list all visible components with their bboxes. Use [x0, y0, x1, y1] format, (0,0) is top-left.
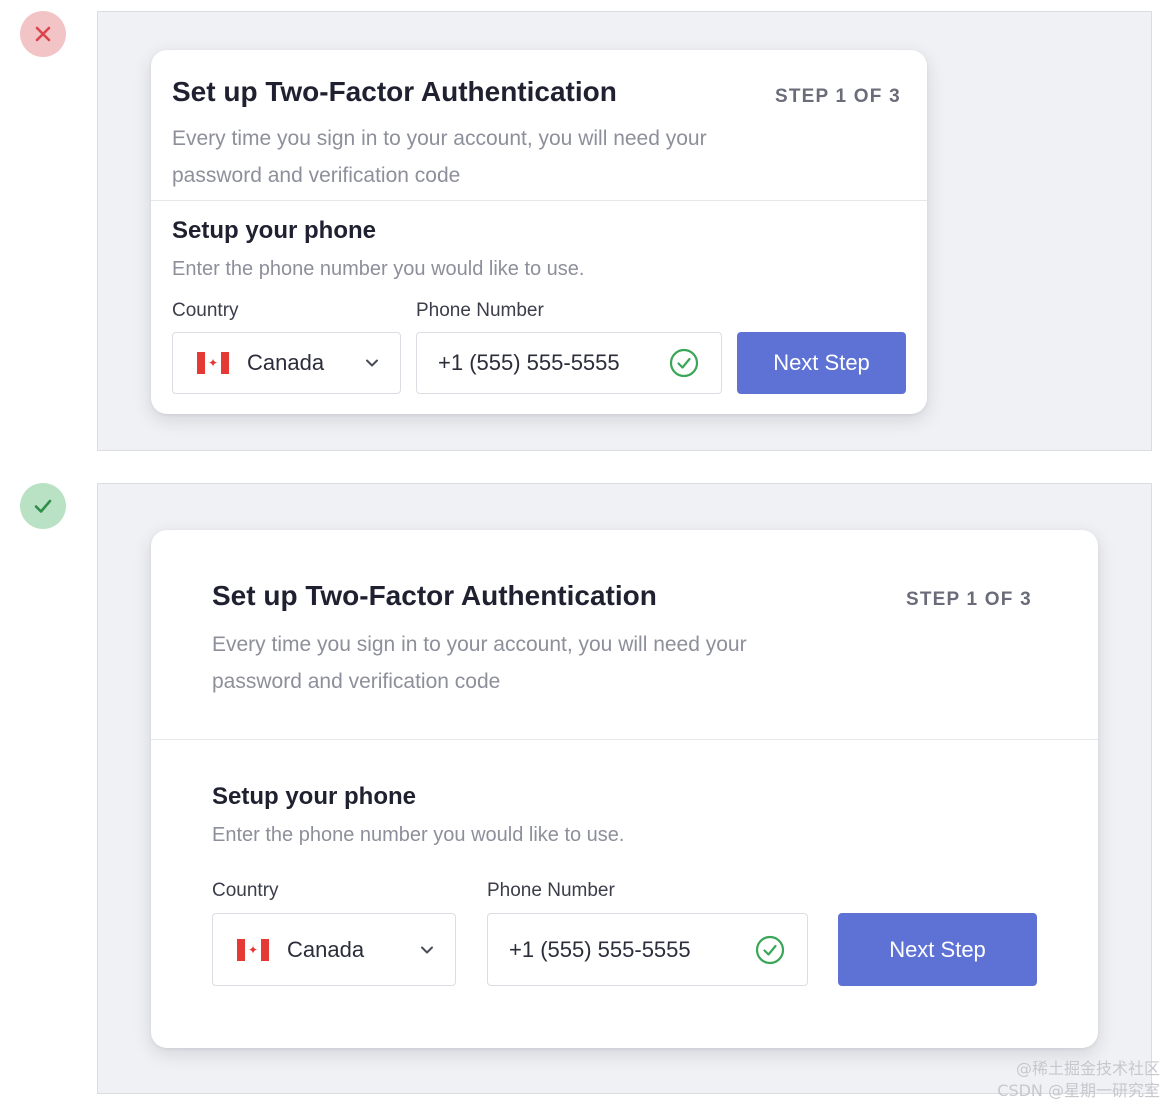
country-value: Canada	[247, 350, 325, 375]
divider	[151, 200, 927, 201]
chevron-down-icon	[366, 359, 378, 367]
next-step-button[interactable]: Next Step	[737, 332, 906, 394]
phone-number-label: Phone Number	[487, 880, 615, 901]
section-subtitle: Enter the phone number you would like to…	[172, 258, 585, 280]
canada-flag-icon: ✦	[197, 352, 229, 374]
watermark-line-2: CSDN @星期一研究室	[997, 1081, 1160, 1100]
step-indicator: STEP 1 OF 3	[775, 86, 901, 107]
country-value: Canada	[287, 936, 365, 962]
bad-example-panel: Set up Two-Factor Authentication STEP 1 …	[97, 11, 1152, 451]
phone-number-value: +1 (555) 555-5555	[509, 936, 691, 962]
phone-number-label: Phone Number	[416, 300, 544, 321]
valid-check-icon	[755, 935, 785, 965]
country-select[interactable]: ✦ Canada	[212, 913, 456, 986]
phone-number-input[interactable]: +1 (555) 555-5555	[487, 913, 808, 986]
country-label: Country	[212, 880, 279, 901]
section-title: Setup your phone	[172, 217, 376, 244]
canada-flag-icon: ✦	[237, 938, 269, 961]
two-factor-card: Set up Two-Factor Authentication STEP 1 …	[151, 530, 1098, 1048]
watermark-line-1: @稀土掘金技术社区	[1015, 1059, 1160, 1078]
good-example-marker	[20, 483, 66, 529]
step-indicator: STEP 1 OF 3	[906, 589, 1032, 610]
section-title: Setup your phone	[212, 783, 416, 810]
phone-number-value: +1 (555) 555-5555	[438, 350, 620, 375]
card-title: Set up Two-Factor Authentication	[212, 580, 657, 611]
country-select[interactable]: ✦ Canada	[172, 332, 401, 394]
divider	[151, 739, 1098, 740]
close-icon	[35, 26, 51, 42]
chevron-down-icon	[421, 946, 433, 954]
valid-check-icon	[669, 348, 699, 378]
card-description: Every time you sign in to your account, …	[212, 633, 747, 693]
country-label: Country	[172, 300, 239, 321]
section-subtitle: Enter the phone number you would like to…	[212, 824, 625, 846]
two-factor-card: Set up Two-Factor Authentication STEP 1 …	[151, 50, 927, 414]
phone-number-input[interactable]: +1 (555) 555-5555	[416, 332, 722, 394]
check-icon	[34, 499, 52, 513]
card-description: Every time you sign in to your account, …	[172, 127, 707, 187]
good-example-panel: Set up Two-Factor Authentication STEP 1 …	[97, 483, 1152, 1094]
card-title: Set up Two-Factor Authentication	[172, 76, 617, 107]
next-step-button[interactable]: Next Step	[838, 913, 1037, 986]
bad-example-marker	[20, 11, 66, 57]
